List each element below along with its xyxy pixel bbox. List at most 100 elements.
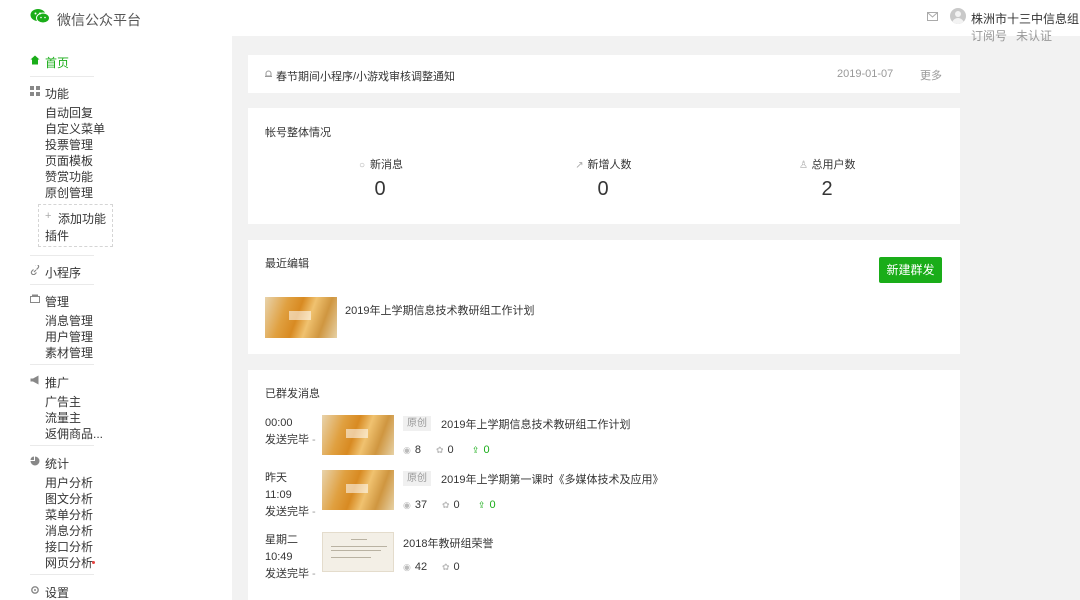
stat-value: 2 <box>821 178 833 200</box>
account-type: 订阅号 <box>971 29 1008 43</box>
divider <box>30 76 94 77</box>
add-feature-button[interactable]: 添加功能 <box>58 210 106 227</box>
original-badge: 原创 <box>403 471 431 486</box>
send-time: 昨天 11:09 发送完毕 - <box>265 472 316 518</box>
notice-bar: 春节期间小程序/小游戏审核调整通知 2019-01-07 更多 <box>248 55 960 93</box>
list-item: 昨天 11:09 发送完毕 - 原创 2019年上学期第一课时《多媒体技术及应用… <box>248 470 960 525</box>
section-title: 帐号整体情况 <box>265 127 331 139</box>
divider <box>30 445 94 446</box>
sidebar-item-materials[interactable]: 素材管理 <box>45 344 93 361</box>
notice-link[interactable]: 春节期间小程序/小游戏审核调整通知 <box>276 68 455 84</box>
sidebar-item-reward[interactable]: 赞赏功能 <box>45 168 93 185</box>
sidebar-item-messages[interactable]: 消息管理 <box>45 312 93 329</box>
verify-status: 未认证 <box>1016 29 1053 43</box>
share-count: ⇪ 0 <box>472 444 490 456</box>
stat-new-followers[interactable]: ↗ 新增人数 0 <box>548 156 658 201</box>
new-badge-dot <box>92 561 95 564</box>
article-title[interactable]: 2019年上学期第一课时《多媒体技术及应用》 <box>441 471 663 487</box>
account-name[interactable]: 株洲市十三中信息组 <box>971 10 1079 27</box>
sidebar-group-title: 管理 <box>45 295 70 309</box>
avatar[interactable] <box>950 8 966 24</box>
eye-icon: ◉ <box>403 500 411 510</box>
sidebar-item-user-analysis[interactable]: 用户分析 <box>45 474 93 491</box>
article-title[interactable]: 2019年上学期信息技术教研组工作计划 <box>441 416 630 432</box>
article-thumbnail[interactable] <box>322 470 394 510</box>
recent-edits: 最近编辑 新建群发 2019年上学期信息技术教研组工作计划 <box>248 240 960 354</box>
view-count: ◉ 37 <box>403 499 428 511</box>
brand-title[interactable]: 微信公众平台 <box>57 10 141 30</box>
view-count: ◉ 42 <box>403 561 428 573</box>
sidebar-item-article-analysis[interactable]: 图文分析 <box>45 490 93 507</box>
sidebar-item-publisher[interactable]: 流量主 <box>45 409 81 426</box>
sidebar-item-commission[interactable]: 返佣商品... <box>45 425 103 442</box>
sidebar-item-api-analysis[interactable]: 接口分析 <box>45 538 93 555</box>
message-icon: ○ <box>358 160 366 171</box>
sent-messages: 已群发消息 00:00 发送完毕 - 原创 2019年上学期信息技术教研组工作计… <box>248 370 960 600</box>
add-feature-box: + 添加功能 插件 <box>38 204 113 247</box>
sidebar-item-vote[interactable]: 投票管理 <box>45 136 93 153</box>
thumb-icon: ✿ <box>442 500 450 510</box>
list-item: 00:00 发送完毕 - 原创 2019年上学期信息技术教研组工作计划 ◉ 8 ✿… <box>248 415 960 460</box>
stat-new-messages[interactable]: ○ 新消息 0 <box>325 156 435 201</box>
sidebar-item-original[interactable]: 原创管理 <box>45 184 93 201</box>
send-time: 00:00 发送完毕 - <box>265 417 316 446</box>
megaphone-icon <box>30 375 39 385</box>
folder-icon <box>30 294 40 303</box>
sidebar-group-title: 设置 <box>45 586 70 600</box>
user-icon: ♙ <box>799 160 808 171</box>
stat-label: 新增人数 <box>587 159 632 171</box>
sidebar-item-advertiser[interactable]: 广告主 <box>45 393 81 410</box>
list-item: 星期二 10:49 发送完毕 - 2018年教研组荣誉 ◉ 42 ✿ 0 <box>248 532 960 592</box>
stat-total-users[interactable]: ♙ 总用户数 2 <box>772 156 882 201</box>
more-link[interactable]: 更多 <box>920 67 942 83</box>
sidebar-group-title: 功能 <box>45 87 70 101</box>
article-thumbnail[interactable] <box>265 297 337 338</box>
article-thumbnail[interactable] <box>322 415 394 455</box>
stat-value: 0 <box>374 178 386 200</box>
wechat-logo-icon[interactable] <box>30 8 50 24</box>
account-more-icon[interactable]: · <box>1067 10 1071 22</box>
thumb-icon: ✿ <box>442 562 450 572</box>
original-badge: 原创 <box>403 416 431 431</box>
sidebar-group-title: 小程序 <box>45 266 82 280</box>
share-icon: ⇪ <box>478 500 486 510</box>
sidebar-group-title: 统计 <box>45 457 70 471</box>
link-icon <box>30 265 40 275</box>
sidebar-item-web-analysis[interactable]: 网页分析 <box>45 554 93 571</box>
sidebar-item-menu-analysis[interactable]: 菜单分析 <box>45 506 93 523</box>
stat-value: 0 <box>597 178 609 200</box>
home-icon <box>30 55 40 65</box>
sidebar-item-custom-menu[interactable]: 自定义菜单 <box>45 120 105 137</box>
article-title[interactable]: 2019年上学期信息技术教研组工作计划 <box>345 302 534 318</box>
pie-chart-icon <box>30 456 40 466</box>
sidebar-item-label: 首页 <box>45 56 70 70</box>
divider <box>30 364 94 365</box>
sidebar-item-auto-reply[interactable]: 自动回复 <box>45 104 93 121</box>
view-count: ◉ 8 <box>403 444 421 456</box>
sidebar-item-message-analysis[interactable]: 消息分析 <box>45 522 93 539</box>
section-title: 已群发消息 <box>265 388 320 400</box>
bell-icon <box>265 70 272 77</box>
divider <box>30 284 94 285</box>
trend-icon: ↗ <box>575 160 584 171</box>
sidebar-item-page-template[interactable]: 页面模板 <box>45 152 93 169</box>
sidebar: 首页 功能 自动回复 自定义菜单 投票管理 页面模板 赞赏功能 原创管理 + 添… <box>0 36 232 600</box>
article-thumbnail[interactable] <box>322 532 394 572</box>
top-bar: 微信公众平台 株洲市十三中信息组 · 订阅号 未认证 <box>0 0 1080 43</box>
sidebar-item-users[interactable]: 用户管理 <box>45 328 93 345</box>
notice-date: 2019-01-07 <box>837 68 894 80</box>
eye-icon: ◉ <box>403 445 411 455</box>
new-broadcast-button[interactable]: 新建群发 <box>879 257 942 283</box>
eye-icon: ◉ <box>403 562 411 572</box>
share-count: ⇪ 0 <box>478 499 496 511</box>
stat-label: 新消息 <box>370 159 403 171</box>
plugin-link[interactable]: 插件 <box>45 227 69 244</box>
article-title[interactable]: 2018年教研组荣誉 <box>403 535 493 551</box>
like-count: ✿ 0 <box>436 444 454 456</box>
plus-icon: + <box>45 210 52 222</box>
thumb-icon: ✿ <box>436 445 444 455</box>
mail-icon[interactable] <box>927 12 938 21</box>
sidebar-group-title: 推广 <box>45 376 70 390</box>
like-count: ✿ 0 <box>442 499 460 511</box>
grid-icon <box>30 86 40 96</box>
